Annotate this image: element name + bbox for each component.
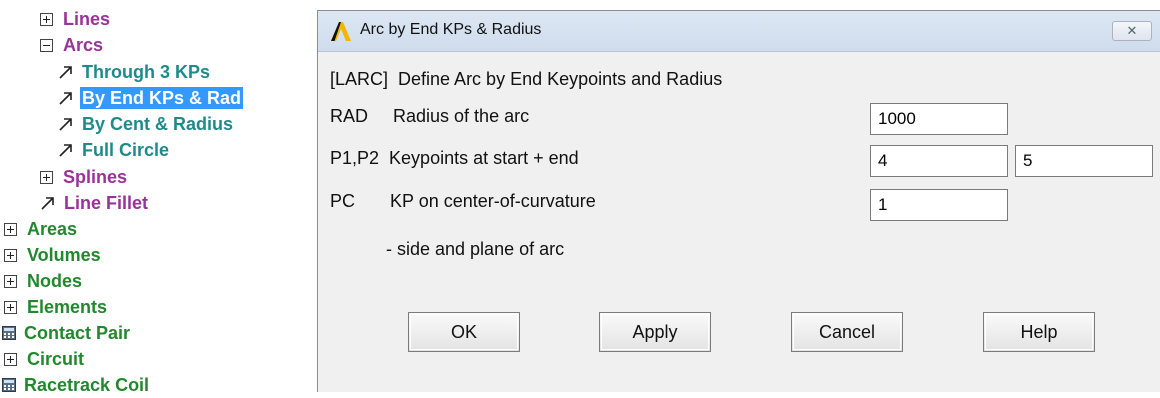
action-arrow-icon <box>59 118 72 131</box>
tree-node-lines[interactable]: Lines <box>40 6 112 32</box>
pc-sublabel: - side and plane of arc <box>386 239 565 259</box>
expand-icon[interactable] <box>40 12 53 26</box>
tree-node-volumes[interactable]: Volumes <box>4 242 103 268</box>
expand-icon[interactable] <box>4 248 17 262</box>
dialog-titlebar[interactable]: Arc by End KPs & Radius ✕ <box>318 11 1160 52</box>
collapse-icon[interactable] <box>40 38 53 52</box>
tree-label-selected: By End KPs & Rad <box>80 87 244 109</box>
tree-label: Elements <box>27 297 108 317</box>
tree-node-circuit[interactable]: Circuit <box>4 346 86 372</box>
tree-label: By Cent & Radius <box>82 114 234 134</box>
action-arrow-icon <box>59 66 72 79</box>
tree-label: Areas <box>27 219 78 239</box>
ansys-logo-icon <box>331 22 351 41</box>
p2-keypoint-input[interactable] <box>1015 145 1153 177</box>
calculator-icon <box>2 326 16 340</box>
pc-keypoint-input[interactable] <box>870 189 1008 221</box>
tree-label: Circuit <box>27 349 85 369</box>
dialog-heading: [LARC] Define Arc by End Keypoints and R… <box>330 69 723 89</box>
apply-button[interactable]: Apply <box>599 312 711 352</box>
tree-node-elements[interactable]: Elements <box>4 294 109 320</box>
tree-node-by-end-kps-rad[interactable]: By End KPs & Rad <box>58 85 244 111</box>
tree-node-by-cent-radius[interactable]: By Cent & Radius <box>58 111 235 137</box>
cancel-button[interactable]: Cancel <box>791 312 903 352</box>
tree-node-through-3-kps[interactable]: Through 3 KPs <box>58 59 212 85</box>
tree-label: Contact Pair <box>24 323 131 343</box>
tree-label: Splines <box>63 167 128 187</box>
expand-icon[interactable] <box>4 222 17 236</box>
tree-label: Line Fillet <box>64 193 149 213</box>
tree-label: Volumes <box>27 245 101 265</box>
p1-p2-label: P1,P2 Keypoints at start + end <box>330 148 579 168</box>
tree-node-contact-pair[interactable]: Contact Pair <box>2 320 132 346</box>
expand-icon[interactable] <box>4 274 17 288</box>
tree-node-racetrack-coil[interactable]: Racetrack Coil <box>2 372 151 398</box>
tree-node-areas[interactable]: Areas <box>4 216 79 242</box>
expand-icon[interactable] <box>4 352 17 366</box>
expand-icon[interactable] <box>4 300 17 314</box>
tree-label: Lines <box>63 9 111 29</box>
ok-button[interactable]: OK <box>408 312 520 352</box>
arc-dialog: Arc by End KPs & Radius ✕ [LARC] Define … <box>317 10 1160 392</box>
tree-node-line-fillet[interactable]: Line Fillet <box>40 190 150 216</box>
expand-icon[interactable] <box>40 170 53 184</box>
dialog-title: Arc by End KPs & Radius <box>360 21 542 38</box>
calculator-icon <box>2 378 16 392</box>
tree-node-splines[interactable]: Splines <box>40 164 129 190</box>
menu-tree: Lines Arcs Through 3 KPs By End KPs & Ra… <box>0 0 318 395</box>
close-button[interactable]: ✕ <box>1112 21 1152 41</box>
rad-label: RAD Radius of the arc <box>330 106 530 126</box>
tree-node-full-circle[interactable]: Full Circle <box>58 137 171 163</box>
tree-label: Racetrack Coil <box>24 375 150 395</box>
tree-node-nodes[interactable]: Nodes <box>4 268 84 294</box>
action-arrow-icon <box>59 144 72 157</box>
tree-label: Full Circle <box>82 140 170 160</box>
radius-input[interactable] <box>870 103 1008 135</box>
tree-label: Through 3 KPs <box>82 62 211 82</box>
tree-label: Arcs <box>63 35 104 55</box>
tree-label: Nodes <box>27 271 83 291</box>
pc-label: PC KP on center-of-curvature <box>330 191 596 211</box>
close-icon: ✕ <box>1126 23 1138 38</box>
p1-keypoint-input[interactable] <box>870 145 1008 177</box>
action-arrow-icon <box>59 92 72 105</box>
help-button[interactable]: Help <box>983 312 1095 352</box>
tree-node-arcs[interactable]: Arcs <box>40 32 105 58</box>
action-arrow-icon <box>41 197 54 210</box>
